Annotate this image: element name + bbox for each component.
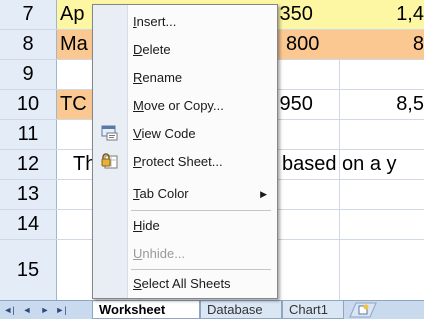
menu-item-view-code[interactable]: View Code [133, 123, 273, 145]
menu-item-tab-color[interactable]: Tab Color ▶ [133, 183, 273, 205]
menu-item-mnemonic: U [133, 246, 143, 261]
menu-item-label: elete [142, 42, 171, 57]
menu-item-unhide: Unhide... [133, 243, 273, 265]
first-sheet-icon[interactable]: ◄| [2, 304, 16, 317]
row-header[interactable]: 11 [0, 120, 57, 149]
tab-chart1[interactable]: Chart1 [282, 301, 344, 319]
menu-item-label: rotect Sheet... [141, 154, 223, 169]
row-header[interactable]: 15 [0, 240, 57, 300]
cell-e7[interactable]: 1,4 [340, 0, 424, 29]
menu-item-label: nhide... [142, 246, 186, 261]
last-sheet-icon[interactable]: ►| [54, 304, 68, 317]
cell-e8[interactable]: 8 [340, 30, 424, 59]
menu-item-label: ide [142, 218, 160, 233]
prev-sheet-icon[interactable]: ◄ [20, 304, 34, 317]
protect-sheet-icon [101, 152, 119, 170]
menu-item-insert[interactable]: Insert... [133, 11, 273, 33]
menu-item-label: iew Code [141, 126, 196, 141]
row-header[interactable]: 12 [0, 150, 57, 179]
menu-item-label: ab Color [139, 186, 189, 201]
row-header[interactable]: 14 [0, 210, 57, 239]
menu-item-mnemonic: M [133, 98, 144, 113]
menu-item-hide[interactable]: Hide [133, 215, 273, 237]
next-sheet-icon[interactable]: ► [38, 304, 52, 317]
submenu-arrow-icon: ▶ [260, 189, 267, 199]
menu-item-label: ove or Copy... [143, 98, 224, 113]
menu-item-mnemonic: D [133, 42, 143, 57]
insert-sheet-icon[interactable] [348, 302, 378, 318]
menu-item-label: nsert... [136, 14, 177, 29]
menu-item-rename[interactable]: Rename [133, 67, 273, 89]
menu-item-label: elect All Sheets [141, 276, 231, 291]
menu-separator [131, 269, 271, 270]
menu-item-protect-sheet[interactable]: Protect Sheet... [133, 151, 273, 173]
cell-d12[interactable]: based on a y [276, 150, 424, 179]
cell-e10[interactable]: 8,5 [340, 90, 424, 119]
menu-item-mnemonic: S [133, 276, 142, 291]
menu-item-mnemonic: H [133, 218, 143, 233]
menu-item-delete[interactable]: Delete [133, 39, 273, 61]
menu-item-mnemonic: R [133, 70, 143, 85]
tab-database[interactable]: Database [200, 301, 282, 319]
row-header[interactable]: 10 [0, 90, 57, 119]
menu-item-mnemonic: P [133, 154, 142, 169]
sheet-tab-bar: ◄| ◄ ► ►| Worksheet Database Chart1 [0, 300, 424, 319]
menu-item-move-or-copy[interactable]: Move or Copy... [133, 95, 273, 117]
menu-separator [131, 210, 271, 211]
row-header[interactable]: 7 [0, 0, 57, 29]
menu-item-label: ename [142, 70, 183, 85]
row-header[interactable]: 13 [0, 180, 57, 209]
view-code-icon [101, 125, 119, 141]
sheet-tab-context-menu: Insert... Delete Rename Move or Copy... … [92, 4, 278, 299]
tab-worksheet[interactable]: Worksheet [92, 301, 200, 319]
row-header[interactable]: 9 [0, 60, 57, 89]
row-header[interactable]: 8 [0, 30, 57, 59]
menu-item-select-all-sheets[interactable]: Select All Sheets [133, 273, 273, 295]
